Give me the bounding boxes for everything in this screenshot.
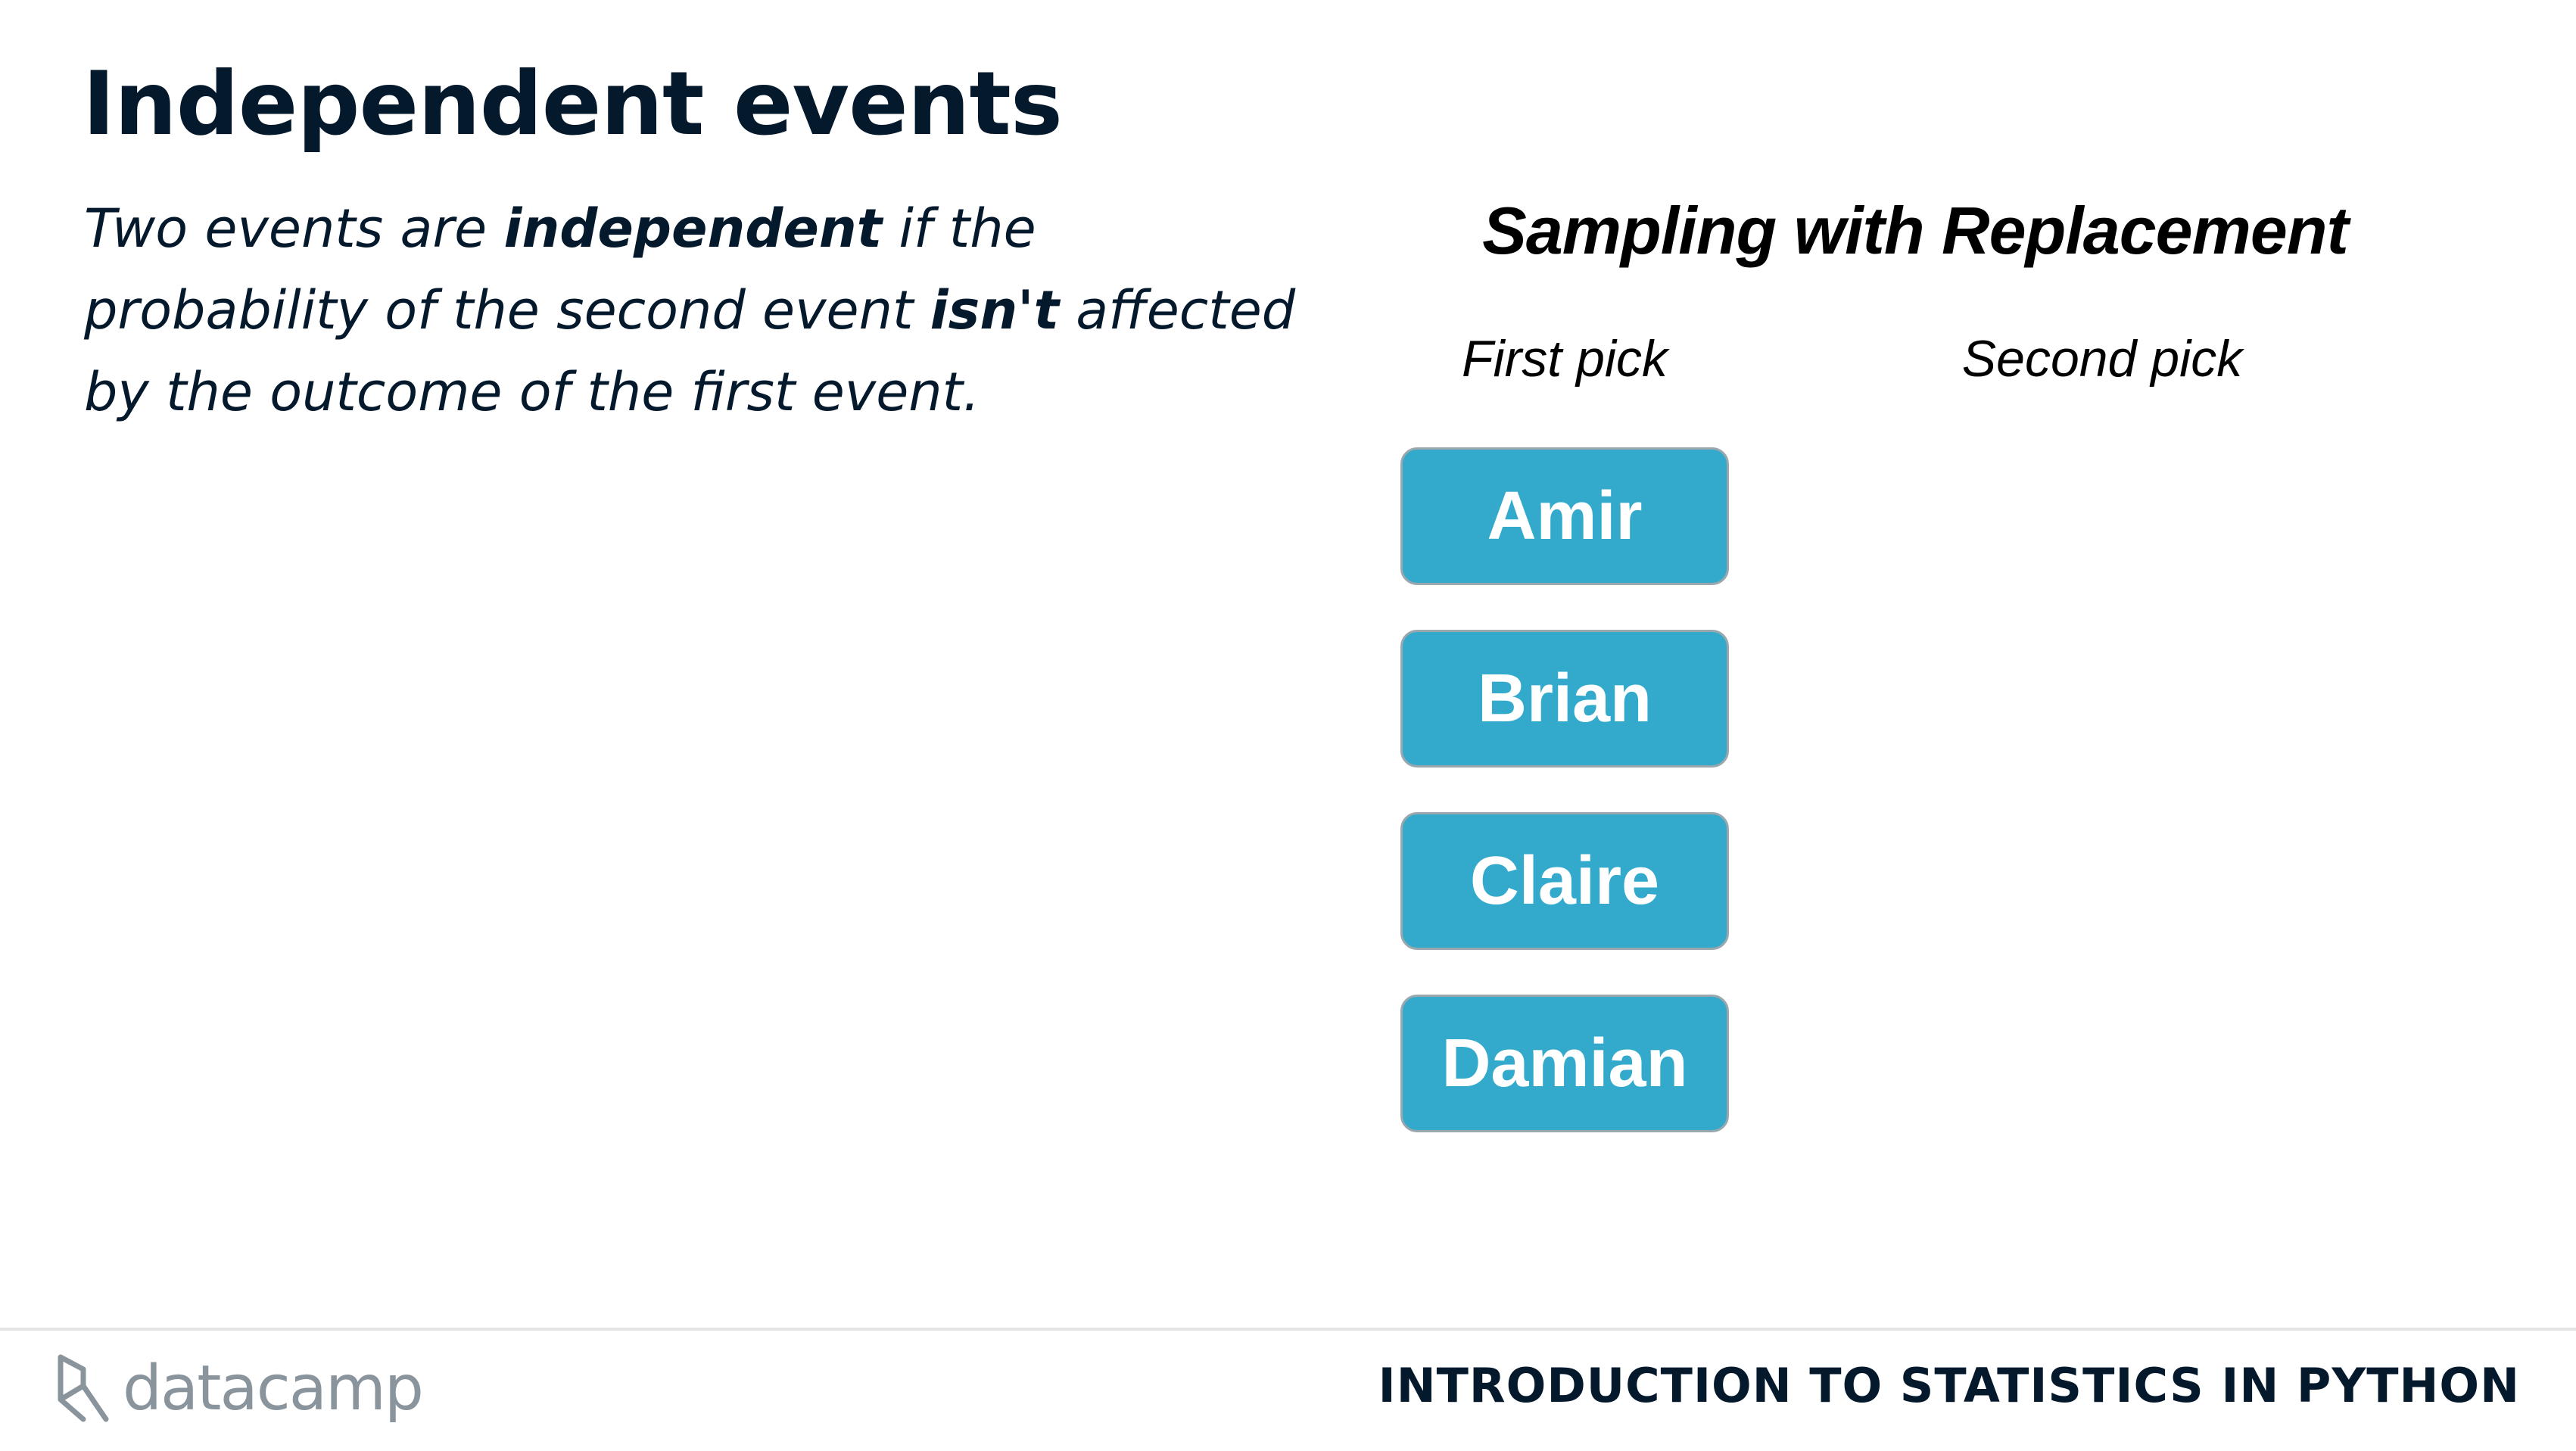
definition-emphasis-independent: independent (503, 198, 883, 260)
first-pick-name-list: Amir Brian Claire Damian (1400, 447, 1729, 1177)
footer-divider (0, 1328, 2576, 1331)
logo-wordmark: datacamp (123, 1352, 424, 1425)
name-box-brian: Brian (1400, 630, 1729, 768)
diagram-title: Sampling with Replacement (1482, 193, 2349, 268)
definition-text: Two events are independent if the probab… (84, 188, 1310, 433)
datacamp-logo: datacamp (53, 1350, 424, 1426)
datacamp-logo-icon (58, 1354, 109, 1422)
name-box-amir: Amir (1400, 447, 1729, 585)
second-pick-header: Second pick (1961, 330, 2243, 388)
course-name: INTRODUCTION TO STATISTICS IN PYTHON (1378, 1358, 2520, 1413)
definition-emphasis-isnt: isn't (930, 279, 1060, 341)
name-box-damian: Damian (1400, 995, 1729, 1132)
name-box-claire: Claire (1400, 812, 1729, 950)
definition-text-part-1: Two events are (84, 198, 504, 260)
first-pick-header: First pick (1462, 330, 1668, 388)
slide-title: Independent events (83, 53, 1063, 155)
